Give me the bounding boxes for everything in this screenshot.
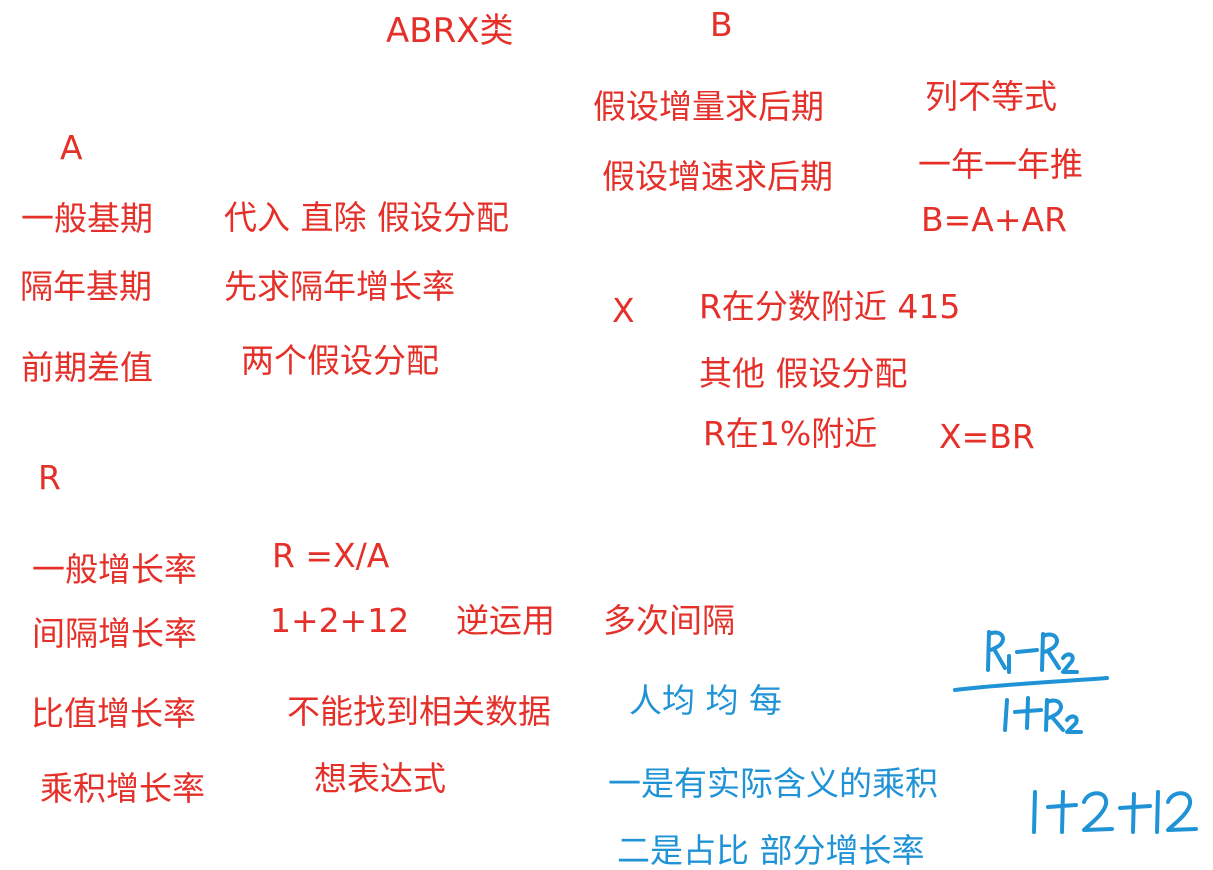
a-row-1-label: 一般基期 bbox=[21, 199, 153, 238]
r-row-2-extra-1: 逆运用 bbox=[456, 601, 555, 640]
r-row-3-note: 人均 均 每 bbox=[629, 681, 782, 720]
r-row-4-label: 乘积增长率 bbox=[40, 769, 205, 808]
a-row-1-method: 代入 直除 假设分配 bbox=[224, 198, 509, 237]
r-row-4-method: 想表达式 bbox=[314, 759, 446, 798]
x-line-3: R在1%附近 bbox=[703, 414, 878, 453]
handwritten-sum-icon bbox=[1032, 790, 1198, 834]
r-row-2-extra-2: 多次间隔 bbox=[603, 601, 735, 640]
b-row-2-label: 假设增速求后期 bbox=[602, 157, 833, 196]
r-row-3-method: 不能找到相关数据 bbox=[287, 692, 551, 731]
section-a-heading: A bbox=[60, 128, 83, 167]
handwritten-fraction-icon bbox=[953, 630, 1109, 734]
r-row-1-method: R =X/A bbox=[272, 536, 390, 575]
a-row-2-label: 隔年基期 bbox=[20, 267, 152, 306]
a-row-2-method: 先求隔年增长率 bbox=[224, 267, 455, 306]
section-x-heading: X bbox=[612, 291, 635, 330]
r-row-2-label: 间隔增长率 bbox=[32, 614, 197, 653]
section-r-heading: R bbox=[38, 458, 61, 497]
r-row-4-note: 一是有实际含义的乘积 bbox=[608, 764, 938, 803]
a-row-3-method: 两个假设分配 bbox=[241, 341, 439, 380]
b-row-1-method: 列不等式 bbox=[925, 77, 1057, 116]
b-row-1-label: 假设增量求后期 bbox=[593, 87, 824, 126]
r-row-2-method: 1+2+12 bbox=[270, 601, 410, 640]
a-row-3-label: 前期差值 bbox=[21, 348, 153, 387]
x-line-2: 其他 假设分配 bbox=[699, 354, 908, 393]
page-title: ABRX类 bbox=[386, 11, 514, 51]
b-row-2-method: 一年一年推 bbox=[918, 145, 1083, 184]
b-formula: B=A+AR bbox=[921, 200, 1068, 239]
r-note-last: 二是占比 部分增长率 bbox=[617, 831, 925, 870]
x-line-1: R在分数附近 415 bbox=[699, 287, 961, 326]
r-row-3-label: 比值增长率 bbox=[31, 694, 196, 733]
x-formula: X=BR bbox=[939, 417, 1035, 456]
r-row-1-label: 一般增长率 bbox=[32, 550, 197, 589]
section-b-heading: B bbox=[710, 5, 733, 44]
